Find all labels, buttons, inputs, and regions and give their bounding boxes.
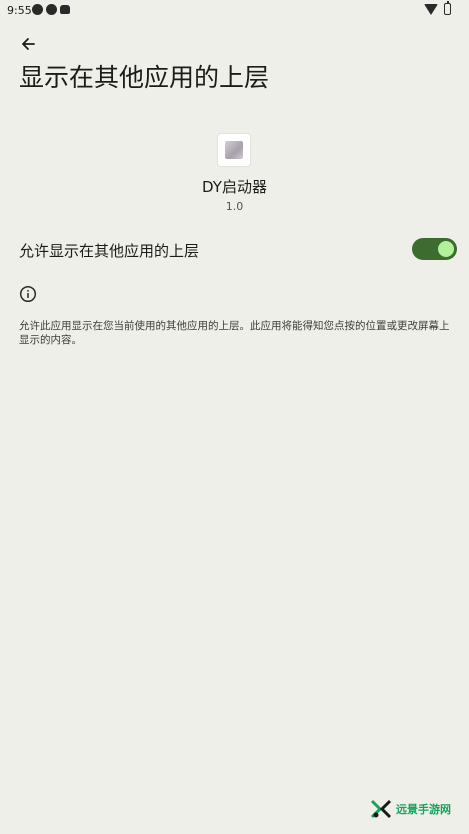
page-title: 显示在其他应用的上层 — [19, 63, 270, 92]
info-icon — [19, 285, 37, 303]
telegram-icon — [46, 4, 57, 15]
app-icon-image — [225, 141, 243, 159]
arrow-left-icon — [22, 38, 35, 50]
permission-row[interactable]: 允许显示在其他应用的上层 — [0, 228, 469, 270]
back-button[interactable] — [14, 32, 42, 56]
status-time: 9:55 — [7, 4, 32, 17]
telegram-icon — [32, 4, 43, 15]
app-name: DY启动器 — [202, 178, 267, 196]
status-bar: 9:55 — [0, 0, 469, 22]
system-icons — [424, 1, 451, 15]
notification-icons — [32, 4, 70, 15]
app-icon — [218, 134, 250, 166]
android-icon — [60, 5, 70, 14]
permission-description: 允许此应用显示在您当前使用的其他应用的上层。此应用将能得知您点按的位置或更改屏幕… — [19, 320, 450, 346]
app-version: 1.0 — [225, 200, 244, 213]
watermark-text: 远景手游网 — [396, 803, 451, 816]
permission-label: 允许显示在其他应用的上层 — [19, 242, 200, 260]
watermark-logo-icon — [370, 799, 392, 819]
permission-toggle[interactable] — [412, 238, 457, 260]
toggle-knob — [438, 241, 454, 257]
watermark: 远景手游网 — [370, 798, 451, 820]
wifi-icon — [424, 3, 438, 15]
battery-icon — [444, 1, 451, 15]
